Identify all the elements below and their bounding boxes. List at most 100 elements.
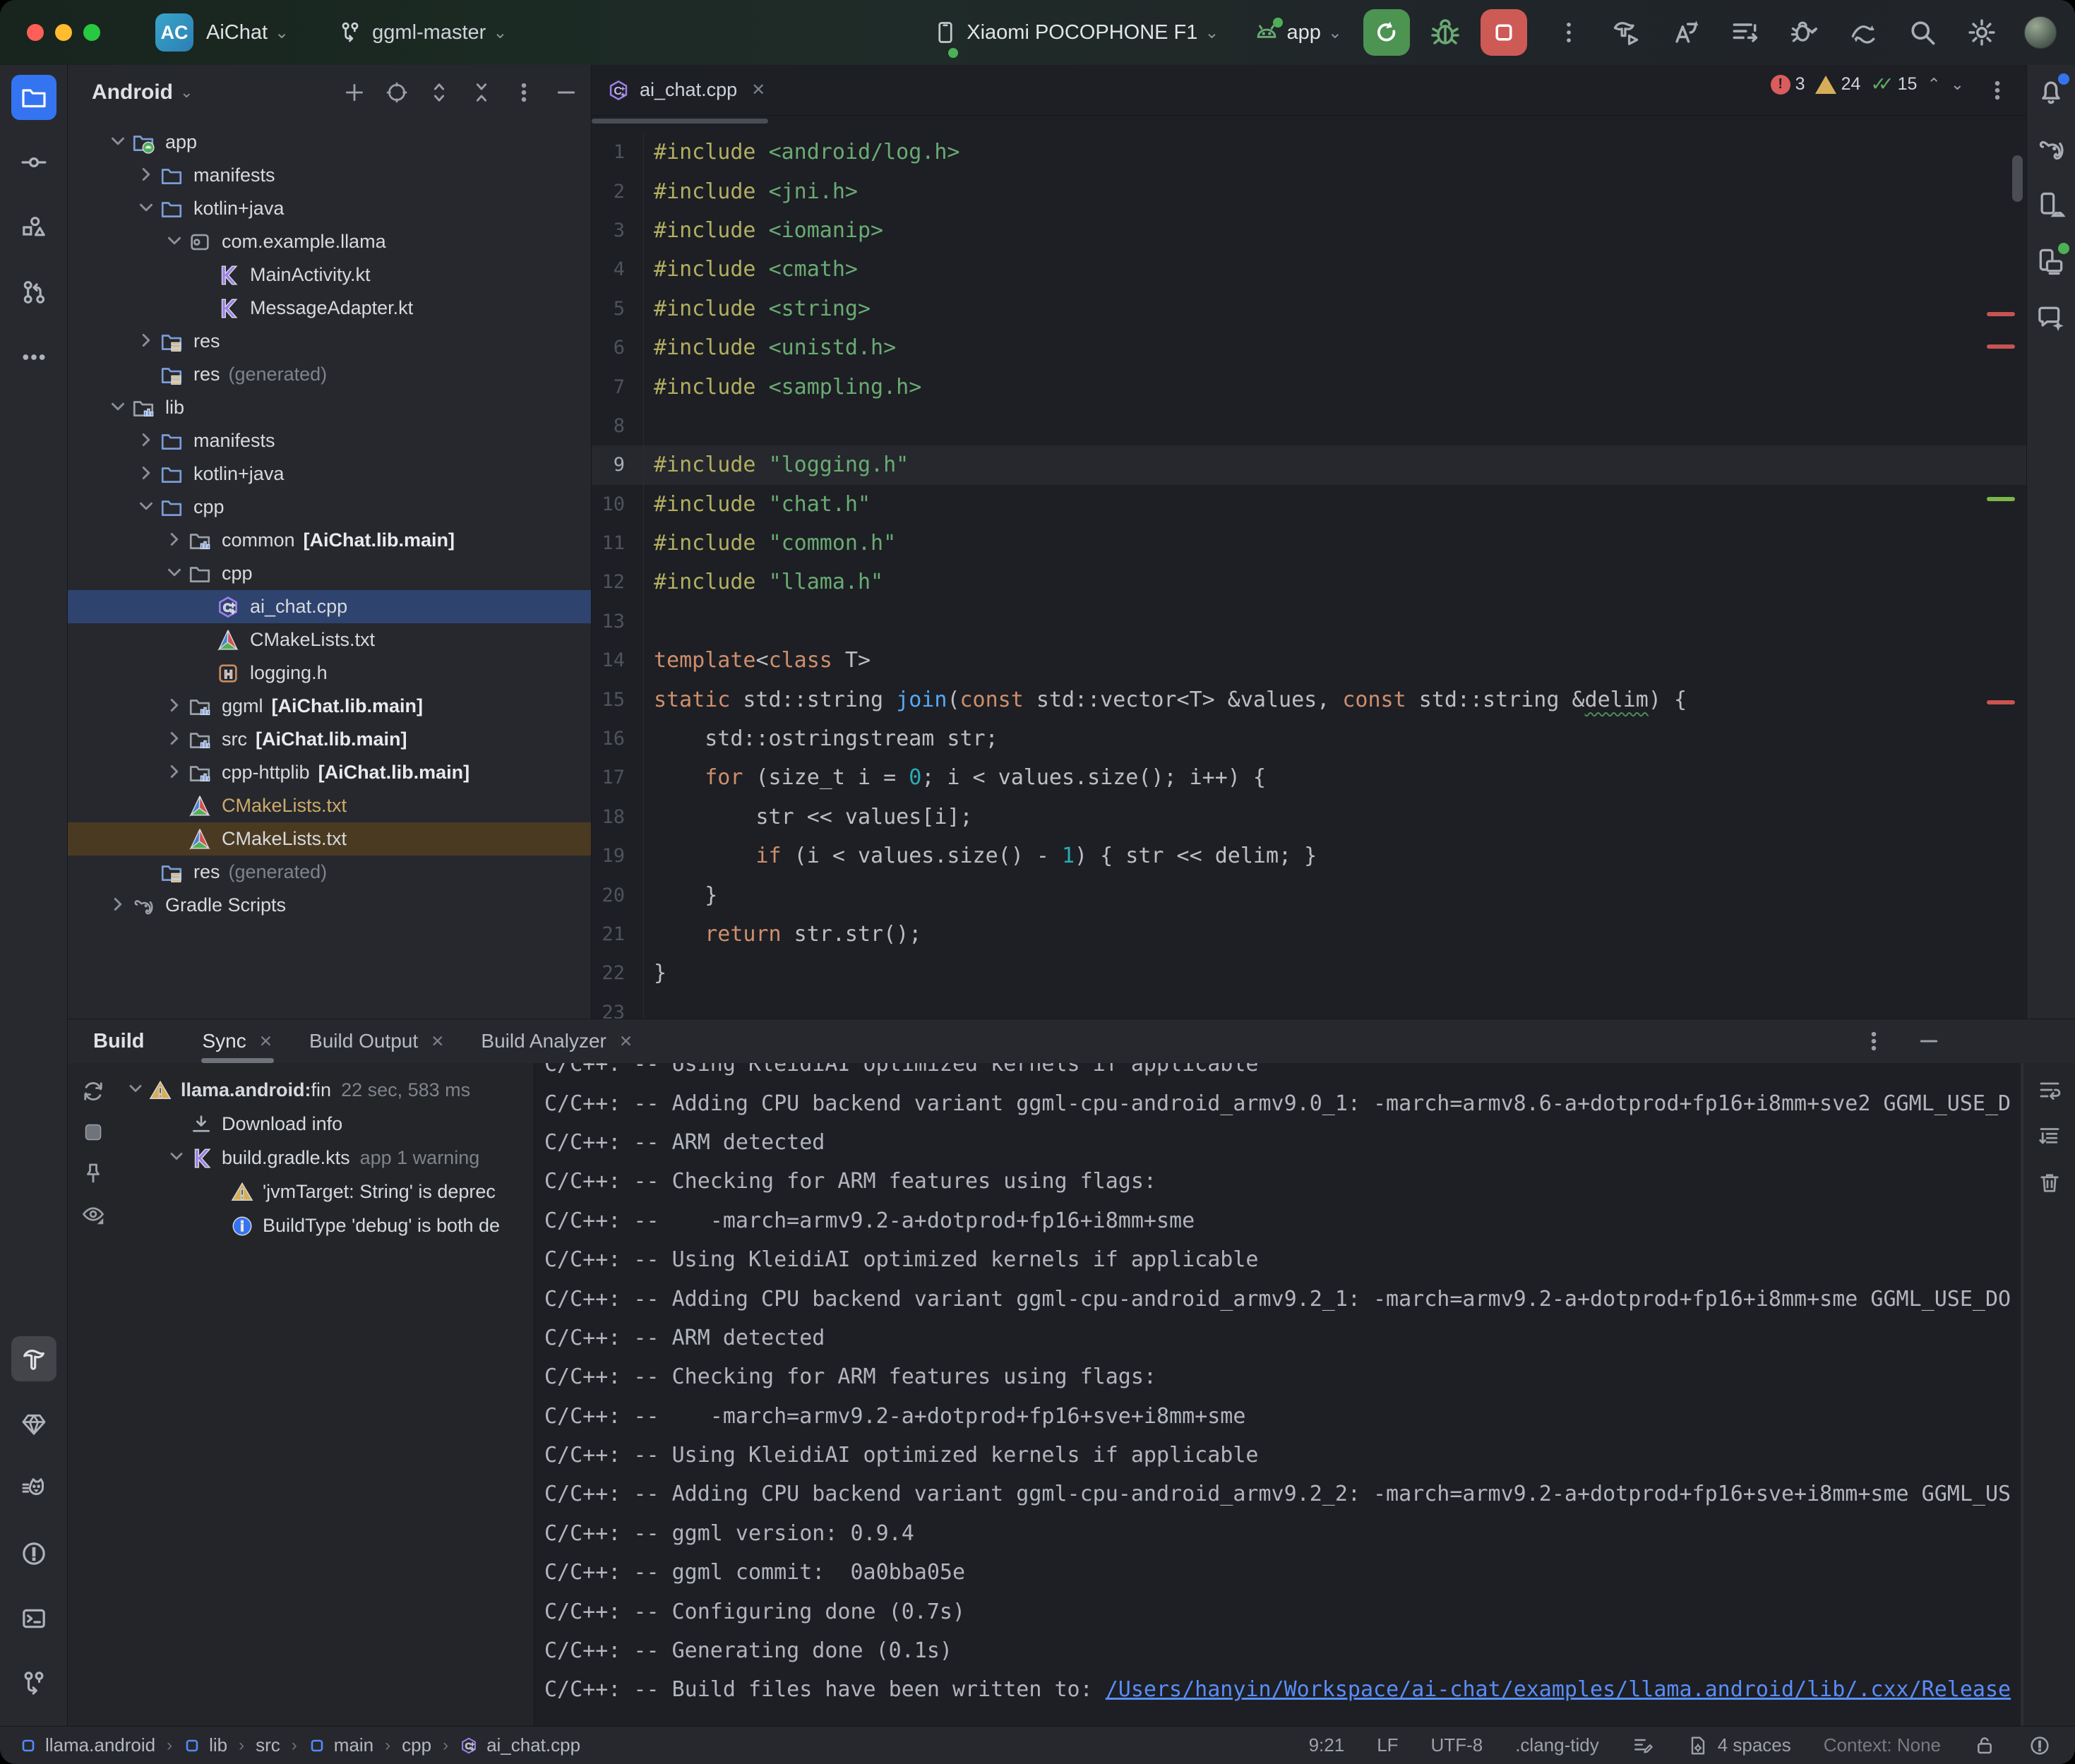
chevron-down-icon[interactable] bbox=[107, 396, 131, 420]
chevron-right-icon[interactable] bbox=[136, 330, 160, 354]
sync-refresh-icon[interactable] bbox=[80, 1079, 106, 1104]
error-stripe-mark[interactable] bbox=[1987, 344, 2015, 349]
tree-item-kotlin-java[interactable]: kotlin+java bbox=[68, 192, 591, 225]
breadcrumb-item-ai-chat-cpp[interactable]: ai_chat.cpp bbox=[460, 1734, 580, 1756]
prev-problem-icon[interactable]: ⌃ bbox=[1927, 75, 1940, 94]
more-icon[interactable] bbox=[11, 335, 56, 380]
tree-item-messageadapter-kt[interactable]: MessageAdapter.kt bbox=[68, 292, 591, 325]
profiler-icon[interactable] bbox=[1788, 17, 1819, 48]
code-line-7[interactable]: 7#include <sampling.h> bbox=[592, 367, 2026, 406]
code-line-13[interactable]: 13 bbox=[592, 602, 2026, 641]
code-line-2[interactable]: 2#include <jni.h> bbox=[592, 172, 2026, 210]
build-tree-item[interactable]: BuildType 'debug' is both de bbox=[119, 1208, 534, 1242]
tree-item-logging-h[interactable]: logging.h bbox=[68, 656, 591, 690]
code-line-15[interactable]: 15static std::string join(const std::vec… bbox=[592, 680, 2026, 719]
code-line-8[interactable]: 8 bbox=[592, 407, 2026, 445]
unlock-icon[interactable] bbox=[1973, 1734, 1996, 1757]
chevron-down-icon[interactable] bbox=[107, 131, 131, 155]
task-list-icon[interactable] bbox=[1729, 17, 1760, 48]
code-line-21[interactable]: 21 return str.str(); bbox=[592, 915, 2026, 954]
build-tab-build-analyzer[interactable]: Build Analyzer✕ bbox=[462, 1019, 651, 1063]
stop-button[interactable] bbox=[1481, 9, 1527, 56]
vcs-update-icon[interactable] bbox=[1848, 17, 1879, 48]
close-window-button[interactable] bbox=[27, 24, 44, 41]
context-label[interactable]: Context: None bbox=[1824, 1734, 1941, 1756]
project-icon[interactable]: AC bbox=[155, 13, 193, 52]
code-line-23[interactable]: 23 bbox=[592, 993, 2026, 1019]
hide-build-panel-icon[interactable] bbox=[1917, 1029, 1941, 1053]
editor-scrollbar[interactable] bbox=[2012, 155, 2023, 202]
version-control-icon[interactable] bbox=[11, 1661, 56, 1706]
tree-item-src[interactable]: src[AiChat.lib.main] bbox=[68, 723, 591, 756]
build-console[interactable]: C/C++: -- Using KleidiAI optimized kerne… bbox=[534, 1063, 2075, 1726]
code-line-5[interactable]: 5#include <string> bbox=[592, 289, 2026, 328]
indent-setting[interactable]: 4 spaces bbox=[1687, 1734, 1791, 1757]
settings-icon[interactable] bbox=[1966, 17, 1997, 48]
editor-options-icon[interactable] bbox=[1985, 78, 2009, 102]
error-indicator-icon[interactable] bbox=[2028, 1734, 2051, 1757]
chevron-icon[interactable] bbox=[167, 1146, 189, 1169]
quality-insights-icon[interactable] bbox=[11, 1401, 56, 1446]
file-encoding[interactable]: UTF-8 bbox=[1431, 1734, 1483, 1756]
logcat-icon[interactable] bbox=[11, 1466, 56, 1511]
tree-item-cmakelists-txt[interactable]: CMakeLists.txt bbox=[68, 822, 591, 856]
collapse-all-icon[interactable] bbox=[470, 80, 494, 104]
close-tab-icon[interactable]: ✕ bbox=[751, 80, 765, 100]
breadcrumb-item-llama-android[interactable]: llama.android bbox=[20, 1734, 155, 1756]
tree-item-cpp[interactable]: cpp bbox=[68, 557, 591, 590]
expand-all-icon[interactable] bbox=[427, 80, 451, 104]
clear-console-icon[interactable] bbox=[2037, 1170, 2062, 1196]
debug-button[interactable] bbox=[1428, 16, 1462, 49]
build-options-icon[interactable] bbox=[1862, 1029, 1886, 1053]
tree-item-ggml[interactable]: ggml[AiChat.lib.main] bbox=[68, 690, 591, 723]
filter-eye-icon[interactable] bbox=[80, 1201, 106, 1227]
close-tab-icon[interactable]: ✕ bbox=[619, 1032, 633, 1051]
code-line-14[interactable]: 14template<class T> bbox=[592, 641, 2026, 680]
build-hammer-icon[interactable] bbox=[1610, 17, 1642, 48]
running-devices-icon[interactable] bbox=[2035, 246, 2067, 277]
terminal-icon[interactable] bbox=[11, 1596, 56, 1641]
user-avatar[interactable] bbox=[2024, 16, 2057, 49]
code-line-6[interactable]: 6#include <unistd.h> bbox=[592, 328, 2026, 367]
search-icon[interactable] bbox=[1907, 17, 1938, 48]
chevron-down-icon[interactable] bbox=[164, 562, 188, 586]
error-stripe-mark[interactable] bbox=[1987, 312, 2015, 316]
line-ending[interactable]: LF bbox=[1377, 1734, 1398, 1756]
chevron-right-icon[interactable] bbox=[164, 761, 188, 785]
structure-icon[interactable] bbox=[11, 205, 56, 250]
chevron-right-icon[interactable] bbox=[136, 462, 160, 486]
add-icon[interactable] bbox=[342, 80, 366, 104]
tree-item-cpp-httplib[interactable]: cpp-httplib[AiChat.lib.main] bbox=[68, 756, 591, 789]
breadcrumb-item-main[interactable]: main bbox=[309, 1734, 373, 1756]
build-tree-item[interactable]: llama.android: fin22 sec, 583 ms bbox=[119, 1073, 534, 1107]
code-line-22[interactable]: 22} bbox=[592, 954, 2026, 992]
project-view-selector[interactable]: Android bbox=[92, 80, 173, 104]
chevron-icon[interactable] bbox=[126, 1079, 148, 1101]
commit-icon[interactable] bbox=[11, 140, 56, 185]
gradle-icon[interactable] bbox=[2035, 133, 2067, 164]
code-line-12[interactable]: 12#include "llama.h" bbox=[592, 563, 2026, 601]
problems-icon[interactable] bbox=[11, 1531, 56, 1576]
tree-item-res[interactable]: res(generated) bbox=[68, 856, 591, 889]
code-line-19[interactable]: 19 if (i < values.size() - 1) { str << d… bbox=[592, 836, 2026, 875]
breadcrumb-item-lib[interactable]: lib bbox=[184, 1734, 227, 1756]
chevron-right-icon[interactable] bbox=[107, 894, 131, 918]
chevron-down-icon[interactable] bbox=[136, 496, 160, 520]
locate-file-icon[interactable] bbox=[385, 80, 409, 104]
tree-item-res[interactable]: res bbox=[68, 325, 591, 358]
code-editor[interactable]: 1#include <android/log.h>2#include <jni.… bbox=[592, 133, 2026, 1019]
build-tab-sync[interactable]: Sync✕ bbox=[184, 1019, 292, 1063]
breadcrumb-item-src[interactable]: src bbox=[256, 1734, 280, 1756]
tree-item-cmakelists-txt[interactable]: CMakeLists.txt bbox=[68, 789, 591, 822]
device-selector[interactable]: Xiaomi POCOPHONE F1 ⌄ bbox=[933, 20, 1219, 45]
tree-item-manifests[interactable]: manifests bbox=[68, 424, 591, 457]
run-config-selector[interactable]: app ⌄ bbox=[1253, 19, 1343, 46]
code-line-4[interactable]: 4#include <cmath> bbox=[592, 250, 2026, 289]
tree-item-kotlin-java[interactable]: kotlin+java bbox=[68, 457, 591, 491]
chevron-right-icon[interactable] bbox=[164, 529, 188, 553]
build-tree-item[interactable]: build.gradle.ktsapp 1 warning bbox=[119, 1141, 534, 1175]
scroll-to-end-icon[interactable] bbox=[2037, 1124, 2062, 1149]
chevron-right-icon[interactable] bbox=[164, 695, 188, 719]
tab-scroll-indicator[interactable] bbox=[592, 119, 768, 124]
error-stripe-mark[interactable] bbox=[1987, 700, 2015, 704]
